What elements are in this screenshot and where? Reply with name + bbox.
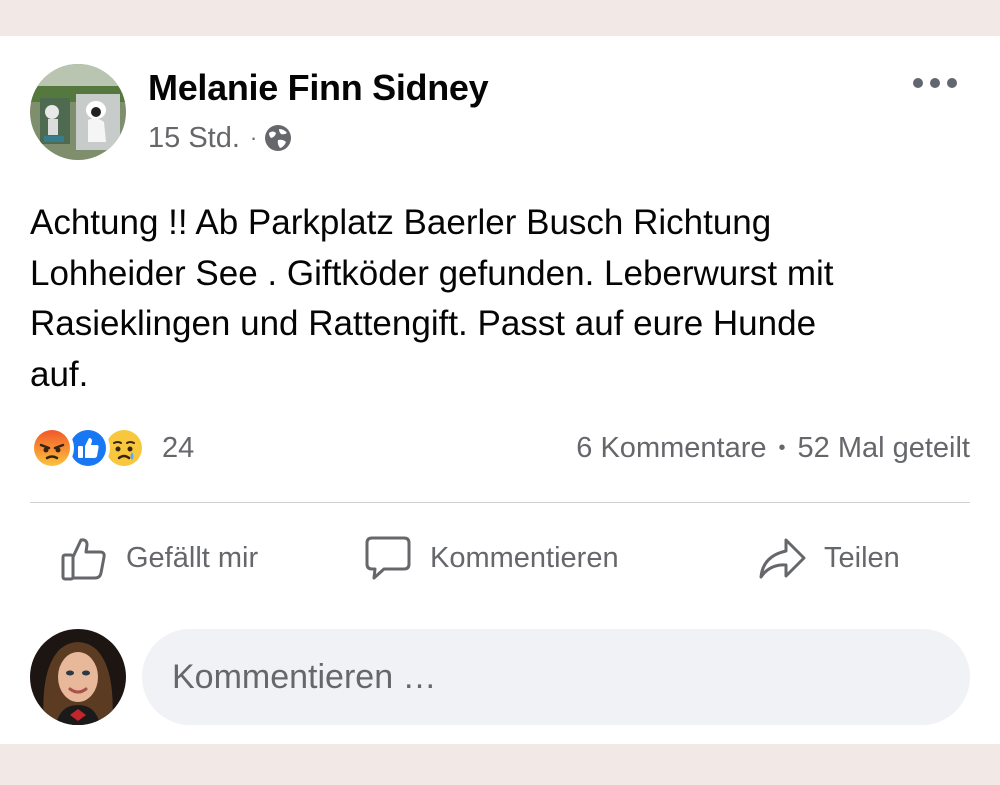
reaction-summary[interactable]: 24 [30, 426, 194, 470]
comment-count[interactable]: 6 Kommentare [576, 432, 766, 465]
comment-button[interactable]: Kommentieren [364, 528, 619, 588]
post-card: Melanie Finn Sidney 15 Std. · Achtung !!… [0, 36, 1000, 744]
comment-label: Kommentieren [430, 541, 619, 574]
more-options-icon [913, 78, 957, 88]
angry-reaction-icon [30, 426, 74, 470]
post-meta: 15 Std. · [148, 120, 293, 156]
meta-separator: · [249, 125, 258, 150]
like-label: Gefällt mir [126, 541, 259, 574]
share-button[interactable]: Teilen [758, 528, 900, 588]
share-label: Teilen [824, 541, 900, 574]
engagement-stats: 6 Kommentare • 52 Mal geteilt [576, 426, 970, 470]
author-avatar[interactable] [30, 64, 126, 160]
share-icon [759, 538, 806, 579]
reaction-count[interactable]: 24 [162, 432, 194, 465]
stats-separator: • [778, 436, 786, 459]
comment-input[interactable] [142, 629, 970, 725]
current-user-avatar[interactable] [30, 629, 126, 725]
post-text: Achtung !! Ab Parkplatz Baerler Busch Ri… [30, 203, 834, 394]
more-options-button[interactable] [910, 66, 960, 100]
like-button[interactable]: Gefällt mir [60, 528, 258, 588]
author-name[interactable]: Melanie Finn Sidney [148, 66, 489, 110]
post-timestamp[interactable]: 15 Std. [148, 122, 240, 155]
share-count[interactable]: 52 Mal geteilt [798, 432, 971, 465]
like-icon [61, 538, 106, 581]
divider [30, 502, 970, 503]
comment-icon [365, 536, 411, 580]
globe-icon [265, 125, 292, 151]
